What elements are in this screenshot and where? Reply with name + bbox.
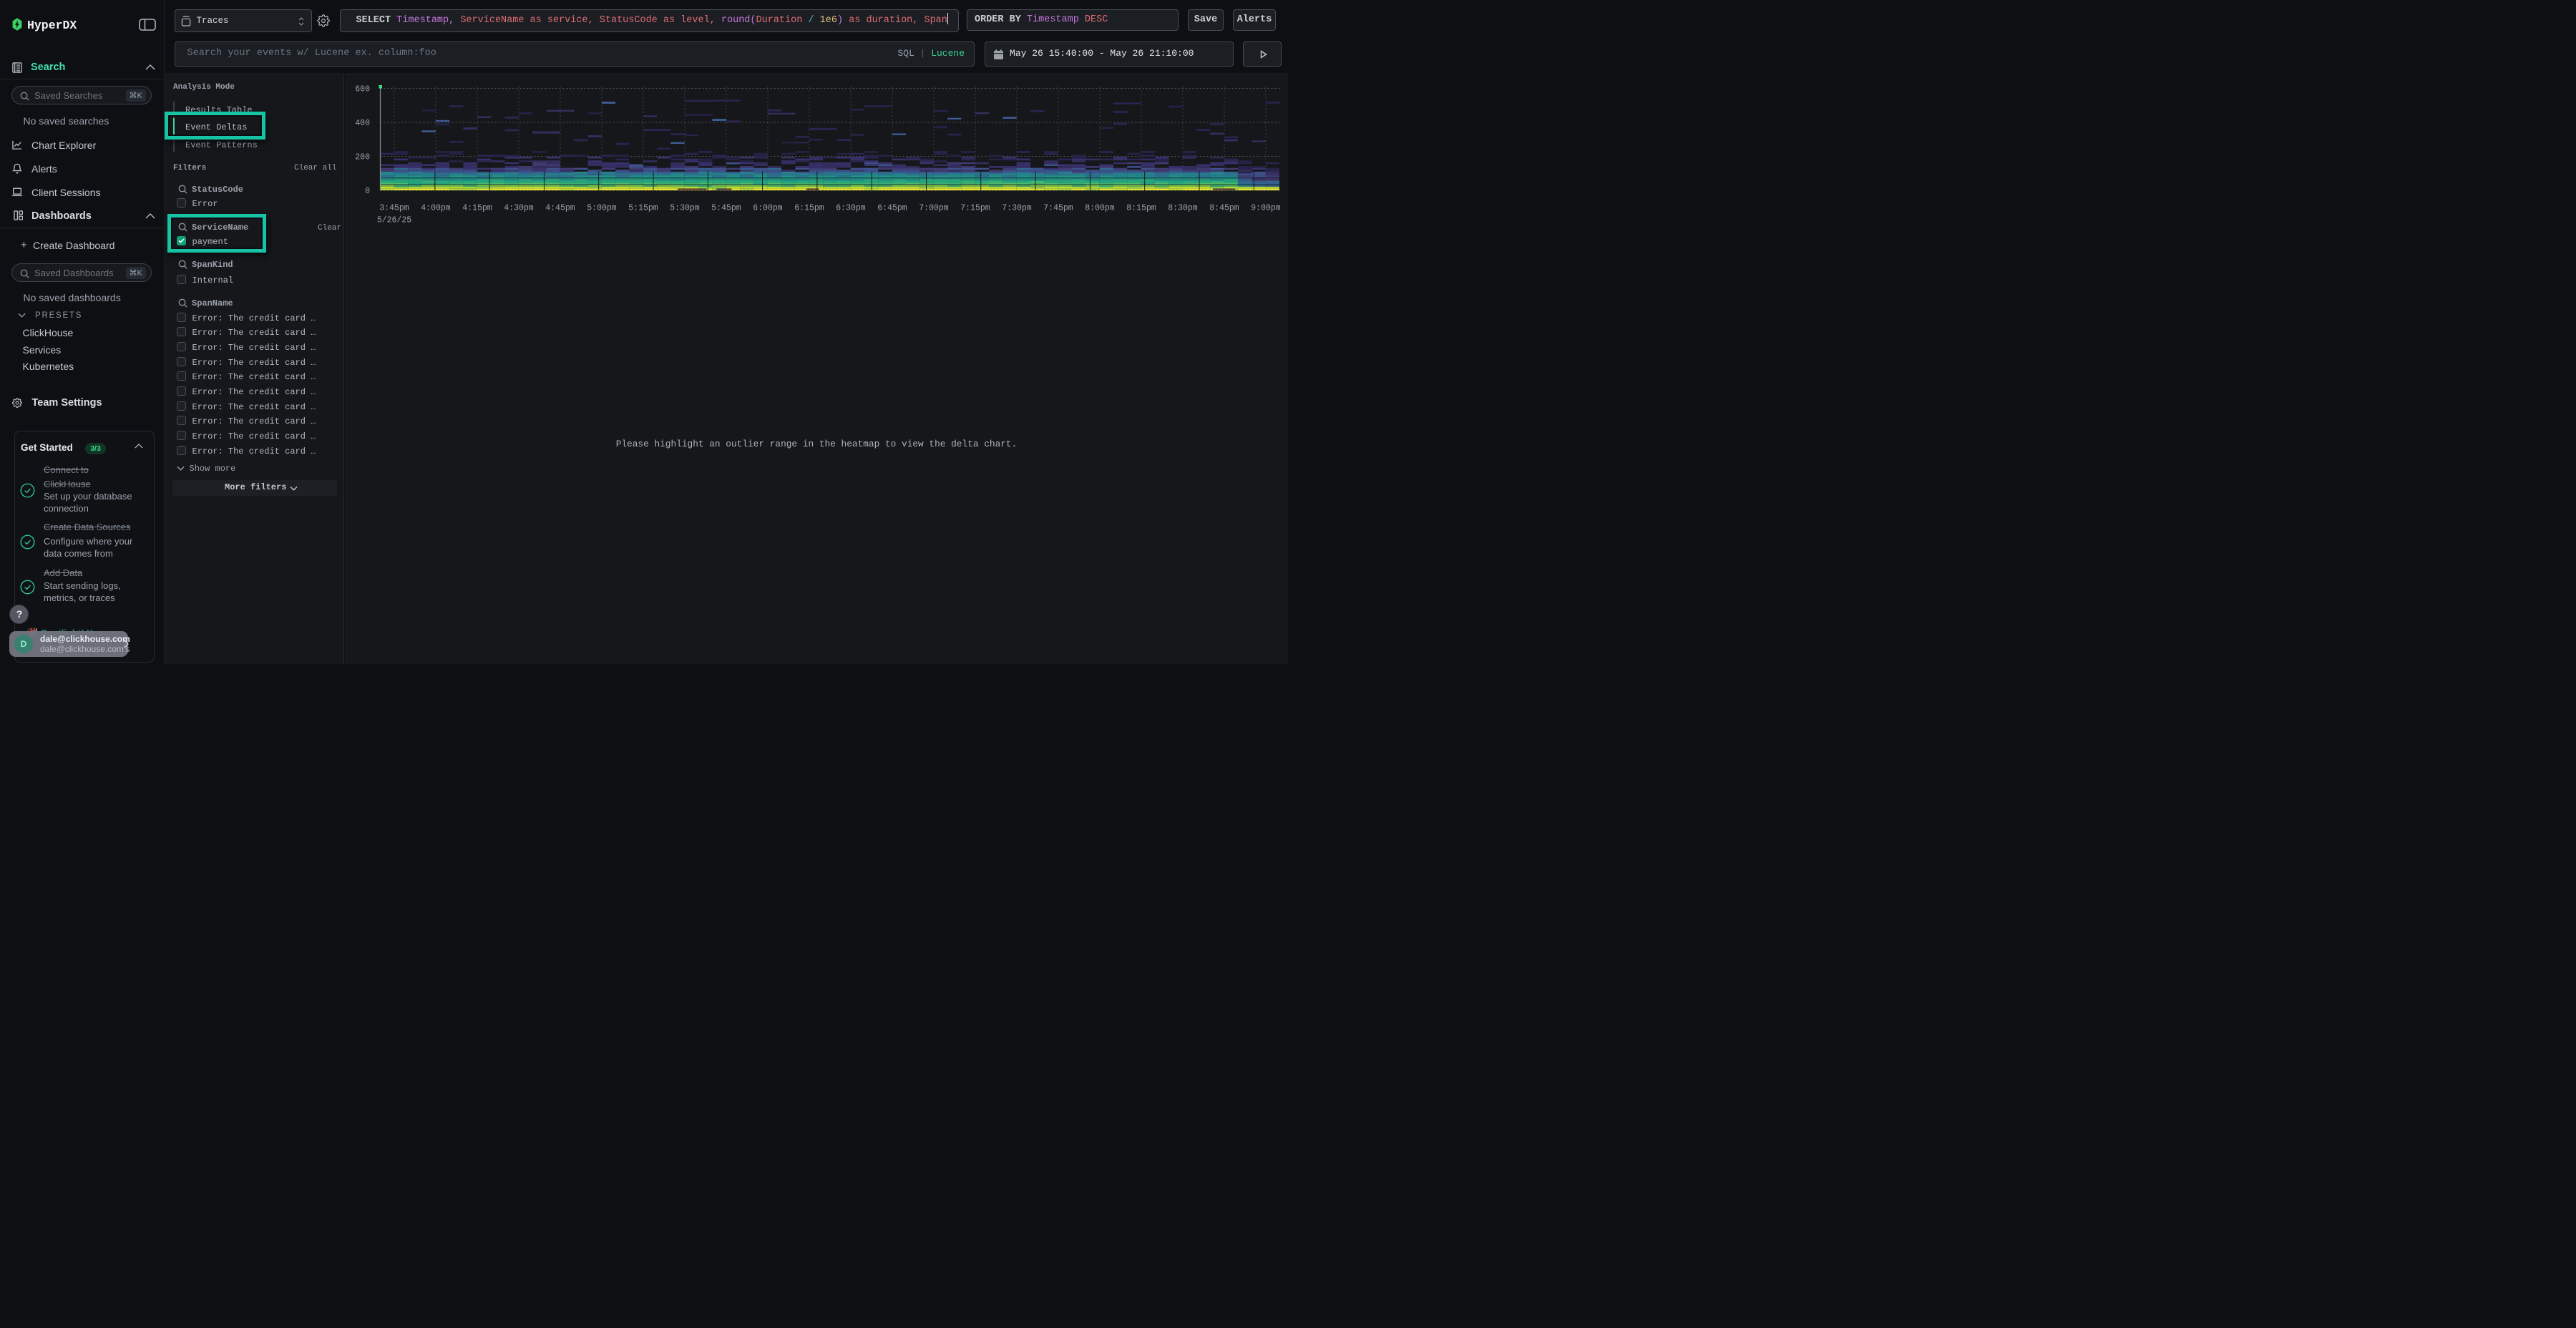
svg-text:5:45pm: 5:45pm (711, 204, 741, 213)
svg-text:7:00pm: 7:00pm (919, 204, 949, 213)
svg-text:8:15pm: 8:15pm (1126, 204, 1156, 213)
svg-text:7:30pm: 7:30pm (1002, 204, 1032, 213)
svg-text:6:15pm: 6:15pm (794, 204, 824, 213)
svg-text:4:15pm: 4:15pm (462, 204, 492, 213)
svg-text:5/26/25: 5/26/25 (377, 216, 411, 225)
svg-text:6:45pm: 6:45pm (877, 204, 907, 213)
svg-text:3:45pm: 3:45pm (379, 204, 409, 213)
svg-text:6:00pm: 6:00pm (753, 204, 783, 213)
svg-text:4:45pm: 4:45pm (545, 204, 575, 213)
svg-text:5:30pm: 5:30pm (670, 204, 700, 213)
svg-text:4:00pm: 4:00pm (421, 204, 451, 213)
svg-text:8:30pm: 8:30pm (1168, 204, 1198, 213)
svg-text:7:15pm: 7:15pm (960, 204, 990, 213)
svg-text:200: 200 (355, 153, 370, 162)
svg-text:4:30pm: 4:30pm (504, 204, 534, 213)
svg-text:9:00pm: 9:00pm (1251, 204, 1281, 213)
svg-text:5:15pm: 5:15pm (628, 204, 658, 213)
svg-text:7:45pm: 7:45pm (1043, 204, 1073, 213)
svg-text:8:45pm: 8:45pm (1209, 204, 1239, 213)
svg-text:5:00pm: 5:00pm (587, 204, 617, 213)
svg-text:400: 400 (355, 119, 370, 128)
svg-text:600: 600 (355, 85, 370, 94)
svg-text:6:30pm: 6:30pm (836, 204, 866, 213)
svg-text:8:00pm: 8:00pm (1085, 204, 1115, 213)
svg-text:0: 0 (365, 187, 370, 196)
